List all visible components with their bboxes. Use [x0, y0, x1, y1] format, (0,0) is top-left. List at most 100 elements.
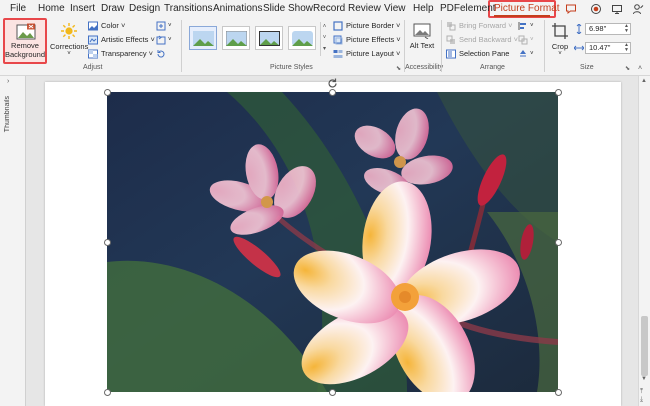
transparency-button[interactable]: Transparency ˅: [88, 49, 153, 59]
chevron-down-icon: ˅: [558, 51, 562, 57]
bring-forward-button[interactable]: Bring Forward ˅: [446, 21, 513, 31]
color-button[interactable]: Color ˅: [88, 21, 125, 31]
width-icon: [574, 45, 584, 51]
tab-animations[interactable]: Animations: [213, 2, 262, 16]
selection-pane-icon: [446, 49, 456, 59]
expand-thumbnails-icon[interactable]: ›: [7, 78, 9, 85]
picture-effects-button[interactable]: Picture Effects ˅: [333, 35, 401, 45]
tab-view[interactable]: View: [384, 2, 406, 16]
dialog-launcher-icon[interactable]: ⬊: [625, 65, 630, 72]
width-value: 10.47": [589, 43, 611, 52]
align-icon[interactable]: [518, 21, 528, 31]
tab-insert[interactable]: Insert: [70, 2, 95, 16]
resize-handle-top-right[interactable]: [555, 89, 562, 96]
plumeria-flower-image: [107, 92, 558, 392]
group-separator: [441, 20, 442, 72]
transparency-label: Transparency ˅: [101, 49, 154, 58]
selection-pane-button[interactable]: Selection Pane: [446, 49, 509, 59]
picture-effects-label: Picture Effects ˅: [346, 35, 401, 44]
gallery-scroll[interactable]: ˄ ˅ ▾: [320, 22, 328, 56]
scrollbar-thumb[interactable]: [641, 316, 648, 376]
spin-arrows-icon[interactable]: ▲ ▼: [624, 24, 629, 34]
present-icon[interactable]: [611, 3, 623, 15]
menu-bar: File Home Insert Draw Design Transitions…: [0, 0, 650, 18]
tab-transitions[interactable]: Transitions: [164, 2, 213, 16]
vertical-scrollbar[interactable]: ▲ ▼ ⤒ ⤓: [638, 76, 650, 406]
tab-picture-format[interactable]: Picture Format: [494, 2, 560, 16]
rotate-icon[interactable]: [518, 49, 528, 59]
scroll-down-icon[interactable]: ▼: [641, 376, 647, 382]
artistic-effects-button[interactable]: Artistic Effects ˅: [88, 35, 155, 45]
crop-button[interactable]: Crop ˅: [548, 20, 572, 60]
tab-draw[interactable]: Draw: [101, 2, 124, 16]
color-label: Color ˅: [101, 21, 126, 30]
dialog-launcher-icon[interactable]: ⬊: [396, 65, 401, 72]
send-backward-button[interactable]: Send Backward ˅: [446, 35, 518, 45]
picture-styles-group-label: Picture Styles: [270, 64, 313, 71]
resize-handle-bottom[interactable]: [329, 389, 336, 396]
chevron-down-icon: ˅: [530, 37, 534, 43]
resize-handle-top[interactable]: [329, 89, 336, 96]
change-picture-icon[interactable]: [156, 35, 166, 45]
ribbon: Remove Background Corrections ˅ Color ˅ …: [0, 18, 650, 76]
tab-record[interactable]: Record: [313, 2, 345, 16]
resize-handle-left[interactable]: [104, 239, 111, 246]
tab-file[interactable]: File: [10, 2, 26, 16]
collapse-ribbon-icon[interactable]: ˄: [638, 65, 642, 72]
transparency-icon: [88, 49, 98, 59]
arrange-group-label: Arrange: [480, 64, 505, 71]
send-backward-label: Send Backward ˅: [459, 35, 518, 44]
next-slide-icon[interactable]: ⤓: [640, 396, 643, 404]
picture-style-thumb-2[interactable]: [222, 26, 250, 50]
group-objects-icon[interactable]: [518, 35, 528, 45]
picture-border-button[interactable]: Picture Border ˅: [333, 21, 400, 31]
alt-text-icon: [413, 23, 431, 39]
resize-handle-top-left[interactable]: [104, 89, 111, 96]
landscape-icon: [226, 31, 247, 46]
height-field[interactable]: 6.98" ▲ ▼: [585, 23, 631, 35]
resize-handle-bottom-right[interactable]: [555, 389, 562, 396]
remove-background-icon: [16, 23, 36, 40]
compress-pictures-icon[interactable]: [156, 21, 166, 31]
remove-background-button[interactable]: Remove Background: [3, 18, 47, 64]
alt-text-label: Alt Text: [409, 41, 435, 50]
remove-background-label: Remove Background: [5, 41, 46, 59]
picture-layout-label: Picture Layout ˅: [346, 49, 401, 58]
tab-home[interactable]: Home: [38, 2, 65, 16]
width-field[interactable]: 10.47" ▲ ▼: [585, 42, 631, 54]
picture-style-thumb-4[interactable]: [288, 26, 316, 50]
chevron-down-icon: ˅: [168, 37, 172, 43]
selected-picture[interactable]: [107, 92, 558, 392]
previous-slide-icon[interactable]: ⤒: [640, 388, 643, 396]
landscape-icon: [292, 31, 313, 46]
chevron-down-icon: ˅: [67, 51, 71, 57]
rotate-handle-icon[interactable]: [326, 77, 339, 90]
corrections-button[interactable]: Corrections ˅: [50, 20, 88, 60]
chevron-down-icon: ˅: [530, 23, 534, 29]
tab-review[interactable]: Review: [348, 2, 381, 16]
tab-pdfelement[interactable]: PDFelement: [440, 2, 496, 16]
comment-icon[interactable]: [565, 3, 577, 15]
record-icon[interactable]: [590, 3, 602, 15]
alt-text-button[interactable]: Alt Text: [408, 20, 436, 60]
tab-slide-show[interactable]: Slide Show: [263, 2, 313, 16]
size-group-label: Size: [580, 64, 594, 71]
picture-style-thumb-3[interactable]: [255, 26, 283, 50]
resize-handle-right[interactable]: [555, 239, 562, 246]
tab-help[interactable]: Help: [413, 2, 434, 16]
picture-layout-button[interactable]: Picture Layout ˅: [333, 49, 400, 59]
share-person-icon[interactable]: [632, 3, 644, 15]
artistic-effects-label: Artistic Effects ˅: [101, 35, 155, 44]
tab-design[interactable]: Design: [129, 2, 160, 16]
bring-forward-label: Bring Forward ˅: [459, 21, 513, 30]
spin-arrows-icon[interactable]: ▲ ▼: [624, 43, 629, 53]
landscape-icon: [193, 31, 214, 46]
picture-style-thumb-1[interactable]: [189, 26, 217, 50]
resize-handle-bottom-left[interactable]: [104, 389, 111, 396]
picture-border-label: Picture Border ˅: [346, 21, 401, 30]
height-icon: [576, 24, 582, 34]
reset-picture-icon[interactable]: [156, 49, 166, 59]
scroll-up-icon[interactable]: ▲: [641, 78, 647, 84]
picture-layout-icon: [333, 50, 343, 58]
accessibility-group-label: Accessibility: [405, 64, 444, 71]
